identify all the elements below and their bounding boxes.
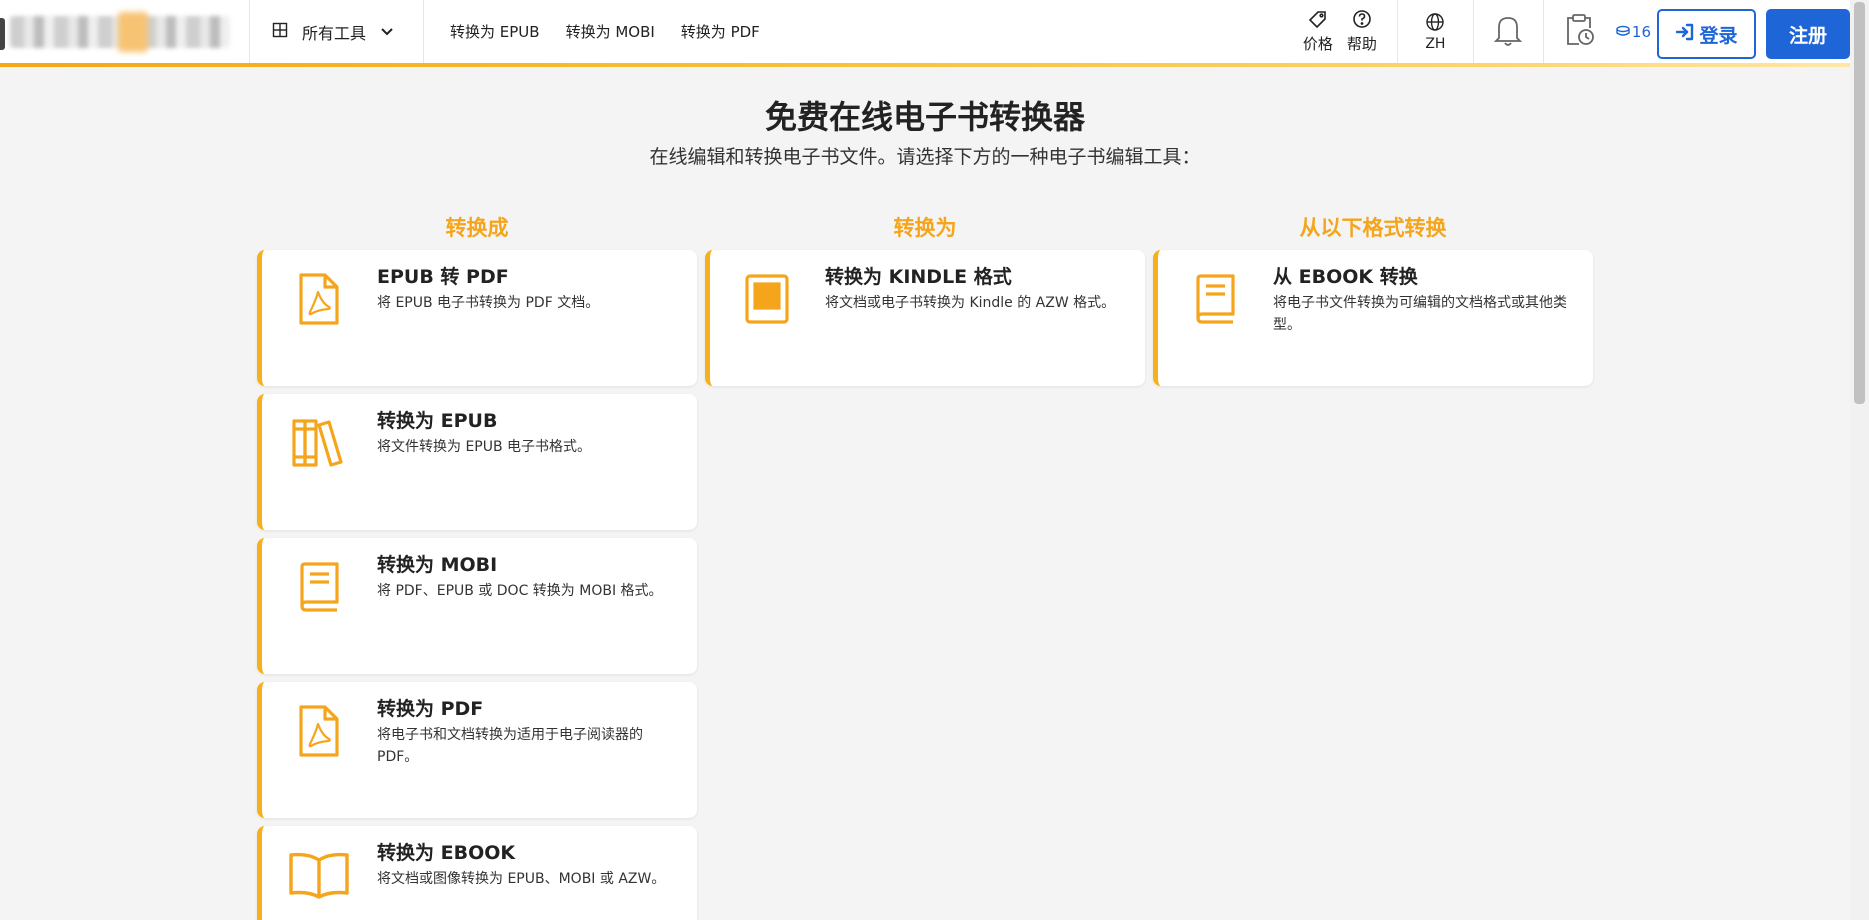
card-convert-to-mobi[interactable]: 转换为 MOBI 将 PDF、EPUB 或 DOC 转换为 MOBI 格式。 bbox=[257, 538, 697, 674]
card-description: 将 EPUB 电子书转换为 PDF 文档。 bbox=[377, 295, 600, 311]
globe-icon bbox=[1425, 12, 1445, 36]
language-code: ZH bbox=[1425, 35, 1446, 52]
logo[interactable] bbox=[0, 0, 250, 63]
vertical-scrollbar[interactable] bbox=[1850, 0, 1869, 920]
scrollbar-thumb[interactable] bbox=[1854, 2, 1865, 404]
all-tools-menu[interactable]: 所有工具 bbox=[250, 0, 424, 63]
card-convert-to-epub[interactable]: 转换为 EPUB 将文件转换为 EPUB 电子书格式。 bbox=[257, 394, 697, 530]
register-label: 注册 bbox=[1788, 24, 1827, 47]
credits-counter[interactable]: 16 bbox=[1614, 0, 1657, 63]
card-description: 将电子书文件转换为可编辑的文档格式或其他类型。 bbox=[1273, 295, 1567, 333]
column-heading-convert-to: 转换成 bbox=[445, 216, 509, 240]
page-title: 免费在线电子书转换器 bbox=[764, 98, 1085, 136]
card-convert-to-pdf[interactable]: 转换为 PDF 将电子书和文档转换为适用于电子阅读器的 PDF。 bbox=[257, 682, 697, 818]
header-accent-line bbox=[0, 63, 1850, 67]
ereader-icon bbox=[734, 266, 800, 332]
grid-icon bbox=[272, 22, 288, 42]
chevron-down-icon bbox=[380, 22, 394, 41]
coins-icon bbox=[1616, 23, 1630, 41]
help-label: 帮助 bbox=[1346, 35, 1377, 53]
price-tag-icon bbox=[1308, 9, 1328, 33]
login-label: 登录 bbox=[1699, 24, 1738, 47]
card-convert-to-ebook[interactable]: 转换为 EBOOK 将文档或图像转换为 EPUB、MOBI 或 AZW。 bbox=[257, 826, 697, 920]
sign-in-icon bbox=[1675, 23, 1695, 46]
column-heading-convert-as: 转换为 bbox=[893, 216, 957, 240]
page-subtitle: 在线编辑和转换电子书文件。请选择下方的一种电子书编辑工具： bbox=[649, 146, 1201, 168]
card-description: 将文件转换为 EPUB 电子书格式。 bbox=[377, 439, 592, 455]
books-shelf-icon bbox=[286, 410, 352, 476]
price-label: 价格 bbox=[1302, 35, 1333, 53]
card-epub-to-pdf[interactable]: EPUB 转 PDF 将 EPUB 电子书转换为 PDF 文档。 bbox=[257, 250, 697, 386]
logo-image bbox=[10, 11, 230, 52]
history-button[interactable] bbox=[1544, 0, 1614, 63]
help-link[interactable]: 帮助 bbox=[1347, 9, 1377, 54]
card-title: 转换为 EBOOK bbox=[377, 842, 516, 864]
open-book-icon bbox=[286, 842, 352, 908]
help-icon bbox=[1352, 9, 1372, 33]
card-convert-from-ebook[interactable]: 从 EBOOK 转换 将电子书文件转换为可编辑的文档格式或其他类型。 bbox=[1153, 250, 1593, 386]
logo-edge bbox=[0, 18, 5, 50]
card-title: 转换为 PDF bbox=[377, 698, 484, 720]
card-description: 将 PDF、EPUB 或 DOC 转换为 MOBI 格式。 bbox=[377, 583, 663, 599]
card-title: 转换为 MOBI bbox=[377, 554, 498, 576]
login-button[interactable]: 登录 bbox=[1657, 9, 1756, 59]
bell-icon bbox=[1491, 12, 1525, 52]
all-tools-label: 所有工具 bbox=[302, 23, 367, 43]
credits-value: 16 bbox=[1631, 22, 1651, 41]
clipboard-clock-icon bbox=[1562, 12, 1596, 52]
price-link[interactable]: 价格 bbox=[1303, 9, 1333, 54]
pdf-file-icon bbox=[286, 698, 352, 764]
book-icon bbox=[286, 554, 352, 620]
book-icon bbox=[1182, 266, 1248, 332]
card-convert-to-kindle[interactable]: 转换为 KINDLE 格式 将文档或电子书转换为 Kindle 的 AZW 格式… bbox=[705, 250, 1145, 386]
language-selector[interactable]: ZH bbox=[1398, 0, 1474, 63]
card-description: 将文档或电子书转换为 Kindle 的 AZW 格式。 bbox=[825, 295, 1116, 311]
header-actions: 价格 帮助 ZH 16 登录 注册 bbox=[1289, 0, 1850, 63]
card-title: 转换为 KINDLE 格式 bbox=[825, 266, 1012, 288]
top-header: 所有工具 转换为 EPUB 转换为 MOBI 转换为 PDF 价格 帮助 ZH … bbox=[0, 0, 1850, 67]
pdf-file-icon bbox=[286, 266, 352, 332]
card-title: 转换为 EPUB bbox=[377, 410, 498, 432]
nav-convert-epub[interactable]: 转换为 EPUB bbox=[450, 21, 540, 42]
column-heading-convert-from: 从以下格式转换 bbox=[1299, 216, 1447, 240]
card-title: EPUB 转 PDF bbox=[377, 266, 509, 288]
card-title: 从 EBOOK 转换 bbox=[1273, 266, 1418, 288]
price-help-group: 价格 帮助 bbox=[1289, 0, 1398, 63]
notifications-button[interactable] bbox=[1474, 0, 1544, 63]
register-button[interactable]: 注册 bbox=[1766, 9, 1850, 59]
nav-convert-mobi[interactable]: 转换为 MOBI bbox=[566, 21, 655, 42]
card-description: 将电子书和文档转换为适用于电子阅读器的 PDF。 bbox=[377, 727, 643, 765]
nav-convert-pdf[interactable]: 转换为 PDF bbox=[681, 21, 760, 42]
main-nav: 转换为 EPUB 转换为 MOBI 转换为 PDF bbox=[424, 0, 1289, 63]
card-description: 将文档或图像转换为 EPUB、MOBI 或 AZW。 bbox=[377, 871, 666, 887]
